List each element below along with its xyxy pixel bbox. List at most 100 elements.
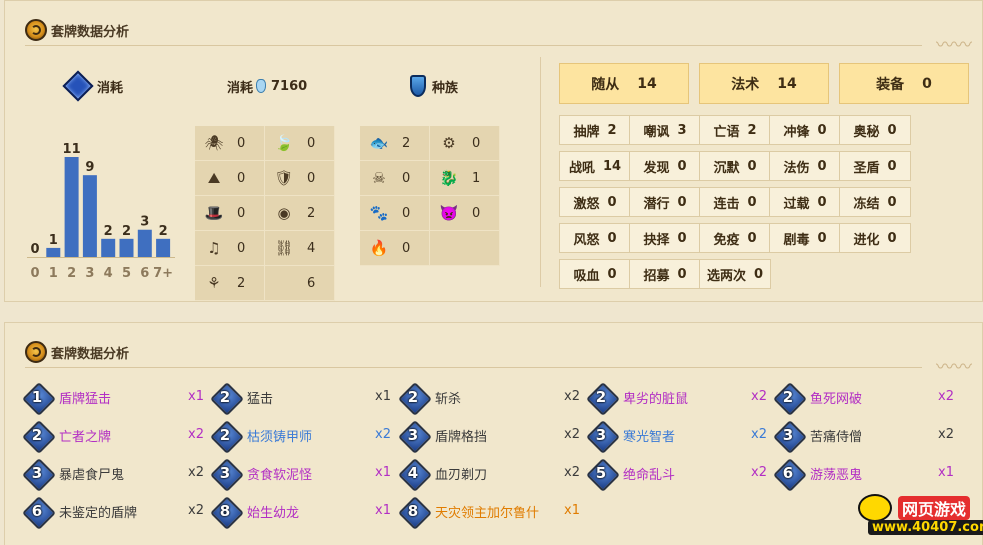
panel-title: 套牌数据分析 [25, 17, 129, 43]
stat-count: 0 [472, 135, 481, 151]
card-entry[interactable]: 2 猛击 [213, 384, 273, 410]
stat-count: 1 [472, 170, 481, 186]
stat-cell: 🕷 0 [195, 126, 265, 161]
card-entry[interactable]: 4 血刃剃刀 [401, 460, 487, 486]
card-entry[interactable]: 2 鱼死网破 [776, 384, 862, 410]
card-name: 苦痛侍僧 [810, 429, 863, 445]
void-orb-icon: ◉ [277, 204, 291, 222]
gold-chain-icon: ⛓ [274, 239, 294, 257]
keyword-label: 抉择 [643, 232, 670, 248]
keyword-value: 0 [817, 230, 827, 246]
card-entry[interactable]: 8 始生幼龙 [213, 498, 299, 524]
card-cost-gem-icon: 8 [401, 499, 425, 523]
card-name: 绝命乱斗 [623, 467, 676, 483]
keyword-label: 过载 [783, 196, 810, 212]
keyword-label: 进化 [853, 232, 880, 248]
card-entry[interactable]: 6 未鉴定的盾牌 [25, 498, 137, 524]
keyword-box: 发现 0 [629, 151, 701, 181]
keyword-value: 0 [887, 122, 897, 138]
card-name: 暴虐食尸鬼 [59, 467, 125, 483]
keyword-value: 0 [607, 194, 617, 210]
card-entry[interactable]: 3 盾牌格挡 [401, 422, 487, 448]
keyword-box: 过载 0 [769, 187, 841, 217]
card-entry[interactable]: 6 游荡恶鬼 [776, 460, 862, 486]
crest-shield-icon: 🛡 [274, 169, 294, 187]
card-entry[interactable]: 3 暴虐食尸鬼 [25, 460, 124, 486]
stat-count: 0 [402, 205, 411, 221]
keyword-box: 风怒 0 [559, 223, 631, 253]
keyword-label: 嘲讽 [643, 124, 670, 140]
card-name: 游荡恶鬼 [810, 467, 863, 483]
card-cost: 8 [219, 502, 231, 520]
race-grid: 🐟 2 ⚙ 0 ☠ 0 🐉 1 🐾 0 👿 0 🔥 0 [360, 126, 500, 266]
card-entry[interactable]: 2 枯须铸甲师 [213, 422, 312, 448]
keyword-box: 沉默 0 [699, 151, 771, 181]
card-cost: 6 [782, 464, 794, 482]
curve-cost-label: 5 [122, 266, 131, 281]
leaf-icon: 🍃 [274, 134, 294, 152]
keyword-box: 抽牌 2 [559, 115, 631, 145]
card-list-panel: 套牌数据分析 〰〰 1 盾牌猛击 x1 2 猛击 x1 2 斩杀 x2 2 卑劣的脏鼠 x2 2 鱼死网破… [4, 322, 983, 545]
card-cost-gem-icon: 2 [401, 385, 425, 409]
card-quantity: x2 [751, 389, 767, 404]
card-quantity: x1 [564, 503, 580, 518]
keyword-label: 剧毒 [783, 232, 810, 248]
card-entry[interactable]: 8 天灾领主加尔鲁什 [401, 498, 539, 524]
card-cost-gem-icon: 2 [589, 385, 613, 409]
card-cost: 2 [219, 388, 231, 406]
curve-bar [101, 238, 116, 257]
card-entry[interactable]: 2 卑劣的脏鼠 [589, 384, 688, 410]
card-name: 枯须铸甲师 [247, 429, 313, 445]
card-entry[interactable]: 3 贪食软泥怪 [213, 460, 312, 486]
keyword-label: 抽牌 [573, 124, 600, 140]
stat-cell: 🔥 0 [360, 231, 430, 266]
stat-count: 0 [237, 170, 246, 186]
stat-count: 0 [472, 205, 481, 221]
ornament-icon: 〰〰 [936, 357, 972, 378]
curve-cost-label: 2 [67, 266, 76, 281]
stat-cell: 🛡 0 [265, 161, 335, 196]
card-entry[interactable]: 1 盾牌猛击 [25, 384, 111, 410]
keyword-label: 圣盾 [853, 160, 880, 176]
card-cost-gem-icon: 4 [401, 461, 425, 485]
keyword-box: 抉择 0 [629, 223, 701, 253]
card-entry[interactable]: 5 绝命乱斗 [589, 460, 675, 486]
stat-cell: 🐾 0 [360, 196, 430, 231]
card-cost-gem-icon: 1 [25, 385, 49, 409]
card-cost-gem-icon: 3 [589, 423, 613, 447]
keyword-value: 0 [747, 230, 757, 246]
curve-cost-label: 1 [49, 266, 58, 281]
card-entry[interactable]: 2 亡者之牌 [25, 422, 111, 448]
card-quantity: x1 [375, 503, 391, 518]
card-entry[interactable]: 2 斩杀 [401, 384, 461, 410]
type-value: 14 [637, 75, 657, 92]
hat-icon: 🎩 [204, 204, 224, 222]
stat-cell: ☠ 0 [360, 161, 430, 196]
card-entry[interactable]: 3 苦痛侍僧 [776, 422, 862, 448]
keyword-value: 0 [887, 158, 897, 174]
card-name: 盾牌格挡 [435, 429, 488, 445]
gear-icon: ⚙ [442, 134, 456, 152]
keyword-box: 激怒 0 [559, 187, 631, 217]
stat-cell [430, 231, 500, 266]
type-label: 随从 [591, 76, 620, 93]
stat-cell: ⚙ 0 [430, 126, 500, 161]
card-cost: 2 [31, 426, 43, 444]
card-quantity: x2 [564, 389, 580, 404]
keyword-box: 法伤 0 [769, 151, 841, 181]
card-name: 盾牌猛击 [59, 391, 112, 407]
card-cost: 2 [782, 388, 794, 406]
keyword-value: 0 [677, 230, 687, 246]
keyword-label: 选两次 [706, 268, 746, 284]
keyword-box: 吸血 0 [559, 259, 631, 289]
stat-count: 4 [307, 240, 316, 256]
site-logo[interactable]: 网页游戏 www.40407.com [858, 494, 983, 542]
stat-count: 0 [237, 205, 246, 221]
dust-value: 7160 [271, 78, 308, 94]
card-entry[interactable]: 3 寒光智者 [589, 422, 675, 448]
card-cost-gem-icon: 2 [25, 423, 49, 447]
keyword-label: 亡语 [713, 124, 740, 140]
curve-value-label: 11 [63, 142, 81, 157]
keyword-value: 3 [677, 122, 687, 138]
dragon-icon: 🐉 [439, 169, 459, 187]
